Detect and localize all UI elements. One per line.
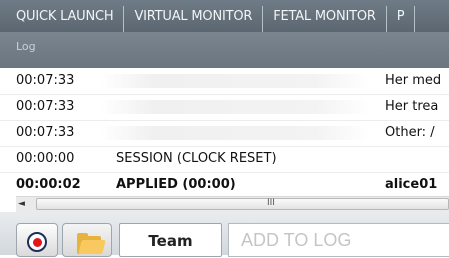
log-row[interactable]: 00:07:33 Other: / xyxy=(0,120,449,147)
log-detail: Other: / xyxy=(385,125,435,140)
bottom-toolbar: Team xyxy=(0,212,449,257)
log-time: 00:00:02 xyxy=(16,177,81,192)
folder-front xyxy=(78,240,106,254)
redacted-text xyxy=(100,74,370,88)
tab-fetal-monitor[interactable]: FETAL MONITOR xyxy=(263,6,387,32)
log-event: SESSION (CLOCK RESET) xyxy=(116,151,277,166)
log-detail: Her trea xyxy=(385,99,439,114)
add-to-log-input[interactable] xyxy=(228,223,449,257)
open-folder-button[interactable] xyxy=(62,223,112,257)
team-button[interactable]: Team xyxy=(119,223,222,257)
scrollbar-grip-icon: III xyxy=(267,198,275,208)
log-row[interactable]: 00:07:33 Her trea xyxy=(0,94,449,121)
log-time: 00:07:33 xyxy=(16,125,75,140)
record-dot xyxy=(33,238,42,247)
log-event: APPLIED (00:00) xyxy=(116,177,236,192)
log-header: Log xyxy=(0,32,449,68)
log-detail: alice01 xyxy=(385,177,438,192)
scrollbar-thumb[interactable]: III xyxy=(36,198,449,210)
tab-virtual-monitor[interactable]: VIRTUAL MONITOR xyxy=(124,6,264,32)
record-button[interactable] xyxy=(16,223,58,257)
log-time: 00:00:00 xyxy=(16,151,75,166)
log-table: 00:07:33 Her med 00:07:33 Her trea 00:07… xyxy=(0,68,449,198)
log-row[interactable]: 00:00:00 SESSION (CLOCK RESET) xyxy=(0,146,449,173)
record-icon xyxy=(27,232,47,252)
log-time: 00:07:33 xyxy=(16,99,75,114)
tab-quick-launch[interactable]: QUICK LAUNCH xyxy=(0,6,125,32)
log-title: Log xyxy=(16,40,36,53)
horizontal-scrollbar[interactable]: ◄ III xyxy=(16,196,449,213)
top-navigation: QUICK LAUNCH VIRTUAL MONITOR FETAL MONIT… xyxy=(0,0,449,32)
redacted-text xyxy=(100,126,370,140)
redacted-text xyxy=(100,100,370,114)
log-detail: Her med xyxy=(385,73,442,88)
log-row[interactable]: 00:00:02 APPLIED (00:00) alice01 xyxy=(0,172,449,198)
scroll-left-arrow-icon[interactable]: ◄ xyxy=(18,199,25,209)
log-time: 00:07:33 xyxy=(16,73,75,88)
tab-truncated[interactable]: P xyxy=(387,6,416,32)
log-row[interactable]: 00:07:33 Her med xyxy=(0,68,449,95)
